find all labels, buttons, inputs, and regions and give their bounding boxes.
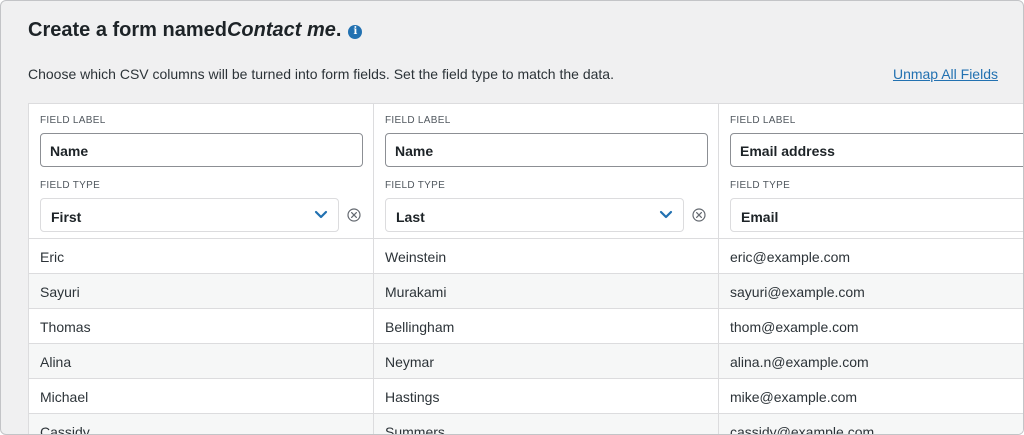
table-cell: Eric — [29, 238, 373, 273]
info-icon[interactable]: i — [348, 24, 363, 39]
column-1: FIELD LABEL Name FIELD TYPE First Eric S… — [29, 104, 374, 434]
column-rows: Eric Sayuri Thomas Alina Michael Cassidy — [29, 238, 373, 434]
table-cell: Murakami — [374, 273, 718, 308]
table-cell: Sayuri — [29, 273, 373, 308]
column-2: FIELD LABEL Name FIELD TYPE Last Weinste… — [374, 104, 719, 434]
import-panel: Create a form named Contact me. i Choose… — [0, 0, 1024, 435]
clear-circle-icon[interactable] — [692, 208, 706, 222]
table-cell: Cassidy — [29, 413, 373, 434]
field-type-heading: FIELD TYPE — [730, 180, 791, 191]
table-cell: Thomas — [29, 308, 373, 343]
table-cell: Michael — [29, 378, 373, 413]
table-cell: Bellingham — [374, 308, 718, 343]
title-prefix: Create a form named — [28, 19, 227, 41]
page-description: Choose which CSV columns will be turned … — [28, 66, 614, 82]
field-type-select[interactable]: First — [40, 198, 339, 232]
column-3: FIELD LABEL Email address FIELD TYPE Ema… — [719, 104, 1023, 434]
table-cell: mike@example.com — [719, 378, 1023, 413]
table-cell: sayuri@example.com — [719, 273, 1023, 308]
unmap-all-fields-link[interactable]: Unmap All Fields — [893, 66, 998, 82]
table-cell: cassidy@example.com — [719, 413, 1023, 434]
column-header: FIELD LABEL Email address FIELD TYPE Ema… — [719, 104, 1023, 238]
field-label-input[interactable]: Name — [385, 133, 708, 167]
table-cell: eric@example.com — [719, 238, 1023, 273]
table-cell: Weinstein — [374, 238, 718, 273]
field-label-heading: FIELD LABEL — [730, 115, 796, 126]
table-cell: Alina — [29, 343, 373, 378]
column-header: FIELD LABEL Name FIELD TYPE First — [29, 104, 373, 238]
column-rows: Weinstein Murakami Bellingham Neymar Has… — [374, 238, 718, 434]
column-rows: eric@example.com sayuri@example.com thom… — [719, 238, 1023, 434]
clear-circle-icon[interactable] — [347, 208, 361, 222]
chevron-down-icon — [659, 210, 673, 219]
table-cell: Summers — [374, 413, 718, 434]
field-type-heading: FIELD TYPE — [385, 180, 446, 191]
field-type-select[interactable]: Last — [385, 198, 684, 232]
field-type-select[interactable]: Email — [730, 198, 1023, 232]
field-type-value: Email — [741, 209, 779, 225]
chevron-down-icon — [314, 210, 328, 219]
field-label-heading: FIELD LABEL — [40, 115, 106, 126]
column-header: FIELD LABEL Name FIELD TYPE Last — [374, 104, 718, 238]
field-label-heading: FIELD LABEL — [385, 115, 451, 126]
table-cell: alina.n@example.com — [719, 343, 1023, 378]
form-name: Contact me — [226, 19, 336, 41]
page-title: Create a form named Contact me. i — [28, 19, 363, 42]
table-cell: Neymar — [374, 343, 718, 378]
field-type-value: First — [51, 209, 82, 225]
field-mapping-table: FIELD LABEL Name FIELD TYPE First Eric S… — [28, 103, 1023, 434]
title-suffix: . — [335, 19, 342, 41]
field-type-value: Last — [396, 209, 425, 225]
table-cell: Hastings — [374, 378, 718, 413]
field-type-heading: FIELD TYPE — [40, 180, 101, 191]
field-label-input[interactable]: Email address — [730, 133, 1023, 167]
field-label-input[interactable]: Name — [40, 133, 363, 167]
table-cell: thom@example.com — [719, 308, 1023, 343]
